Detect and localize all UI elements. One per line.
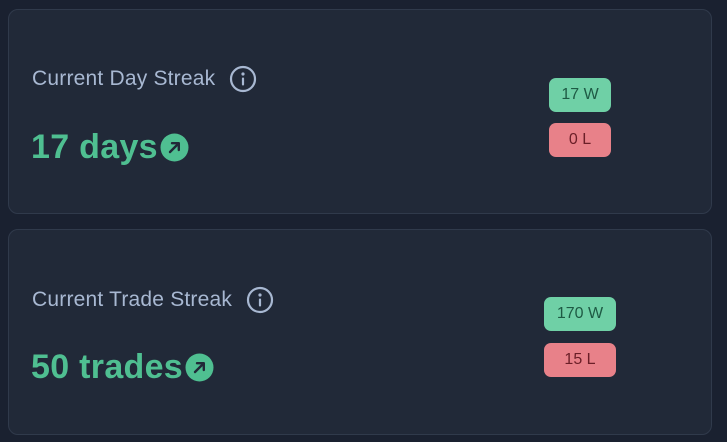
trade-streak-wins-badge: 170 W: [544, 297, 616, 331]
info-icon[interactable]: [246, 286, 274, 314]
trade-streak-value: 50 trades: [31, 348, 184, 386]
day-streak-value: 17 days: [31, 128, 158, 166]
trade-streak-title-row: Current Trade Streak: [32, 286, 274, 314]
day-streak-wins-badge: 17 W: [549, 78, 611, 112]
trade-streak-card: Current Trade Streak 50 trades 170 W 15 …: [8, 229, 712, 435]
arrow-up-right-icon: [185, 353, 214, 382]
arrow-up-right-icon: [160, 133, 189, 162]
day-streak-title-row: Current Day Streak: [32, 65, 257, 93]
day-streak-title: Current Day Streak: [32, 67, 216, 90]
info-icon[interactable]: [229, 65, 257, 93]
day-streak-card: Current Day Streak 17 days 17 W 0 L: [8, 9, 712, 214]
trade-streak-value-row: 50 trades: [31, 348, 214, 387]
day-streak-value-row: 17 days: [31, 128, 189, 167]
day-streak-losses-badge: 0 L: [549, 123, 611, 157]
trade-streak-losses-badge: 15 L: [544, 343, 616, 377]
trade-streak-title: Current Trade Streak: [32, 288, 233, 311]
